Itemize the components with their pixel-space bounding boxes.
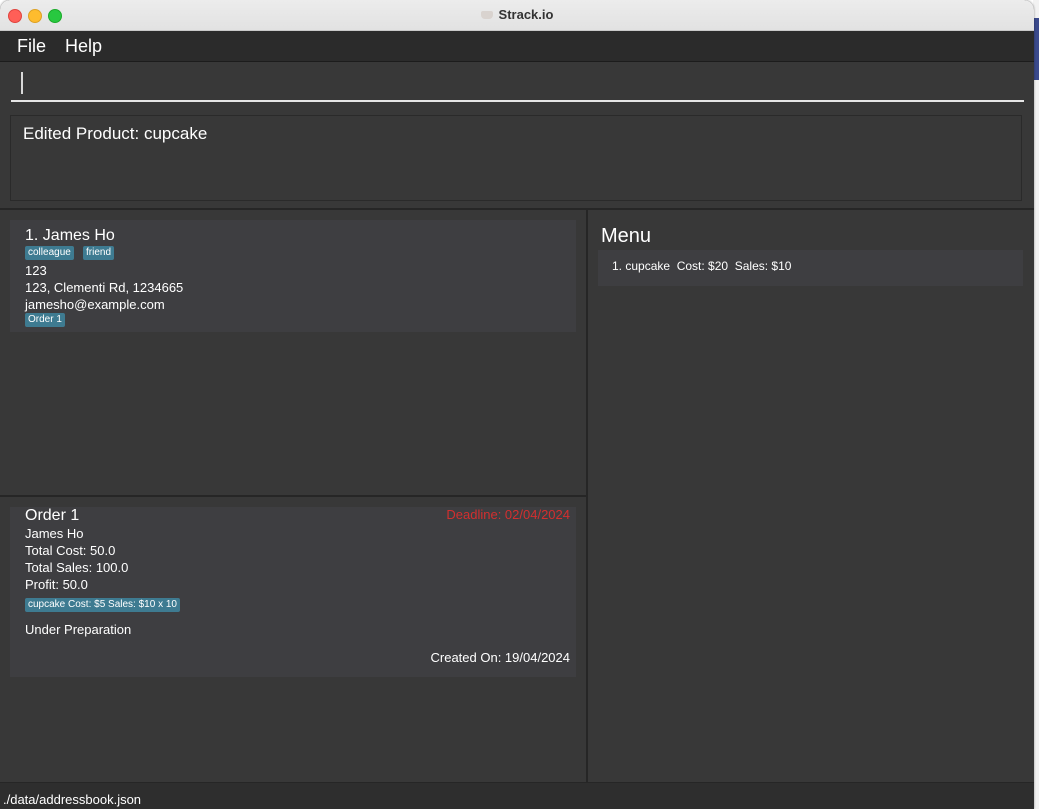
menu-file[interactable]: File [17,36,46,57]
vertical-split-divider[interactable] [586,210,588,782]
cake-icon [480,10,493,19]
order-item-tag: cupcake Cost: $5 Sales: $10 x 10 [25,598,180,612]
result-text: Edited Product: cupcake [23,124,208,143]
order-total-sales: Total Sales: 100.0 [25,560,129,575]
person-tag: colleague [25,246,74,260]
order-card[interactable]: Order 1 Deadline: 02/04/2024 James Ho To… [10,507,576,677]
title-bar[interactable]: Strack.io [0,0,1034,31]
command-input[interactable] [11,70,1024,102]
order-status: Under Preparation [25,622,132,637]
order-customer: James Ho [25,526,84,541]
menu-item-text: 1. cupcake Cost: $20 Sales: $10 [612,259,792,273]
person-address: 123, Clementi Rd, 1234665 [25,280,184,295]
person-order-tag: Order 1 [25,313,65,327]
order-profit: Profit: 50.0 [25,577,88,592]
app-window: Strack.io File Help Edited Product: cupc… [0,0,1034,809]
result-display: Edited Product: cupcake [10,115,1022,201]
horizontal-divider [0,208,1034,210]
menu-help[interactable]: Help [65,36,102,57]
person-email: jamesho@example.com [25,297,165,312]
person-card[interactable]: 1. James Ho colleague friend 123 123, Cl… [10,220,576,332]
menu-panel-title: Menu [601,225,652,247]
status-file-path: ./data/addressbook.json [3,792,142,807]
left-split-divider[interactable] [0,495,586,497]
menu-bar: File Help [0,31,1034,62]
menu-list-item[interactable]: 1. cupcake Cost: $20 Sales: $10 [598,250,1023,286]
person-tag: friend [83,246,115,260]
command-box [0,62,1034,108]
window-title: Strack.io [498,7,554,22]
status-bar: ./data/addressbook.json [0,782,1034,809]
window-title-group: Strack.io [0,7,1034,22]
text-caret [21,72,23,94]
order-deadline: Deadline: 02/04/2024 [446,507,570,522]
order-total-cost: Total Cost: 50.0 [25,543,116,558]
person-name: 1. James Ho [25,227,115,244]
person-phone: 123 [25,263,47,278]
order-title: Order 1 [25,507,80,524]
order-created-date: Created On: 19/04/2024 [430,650,571,665]
